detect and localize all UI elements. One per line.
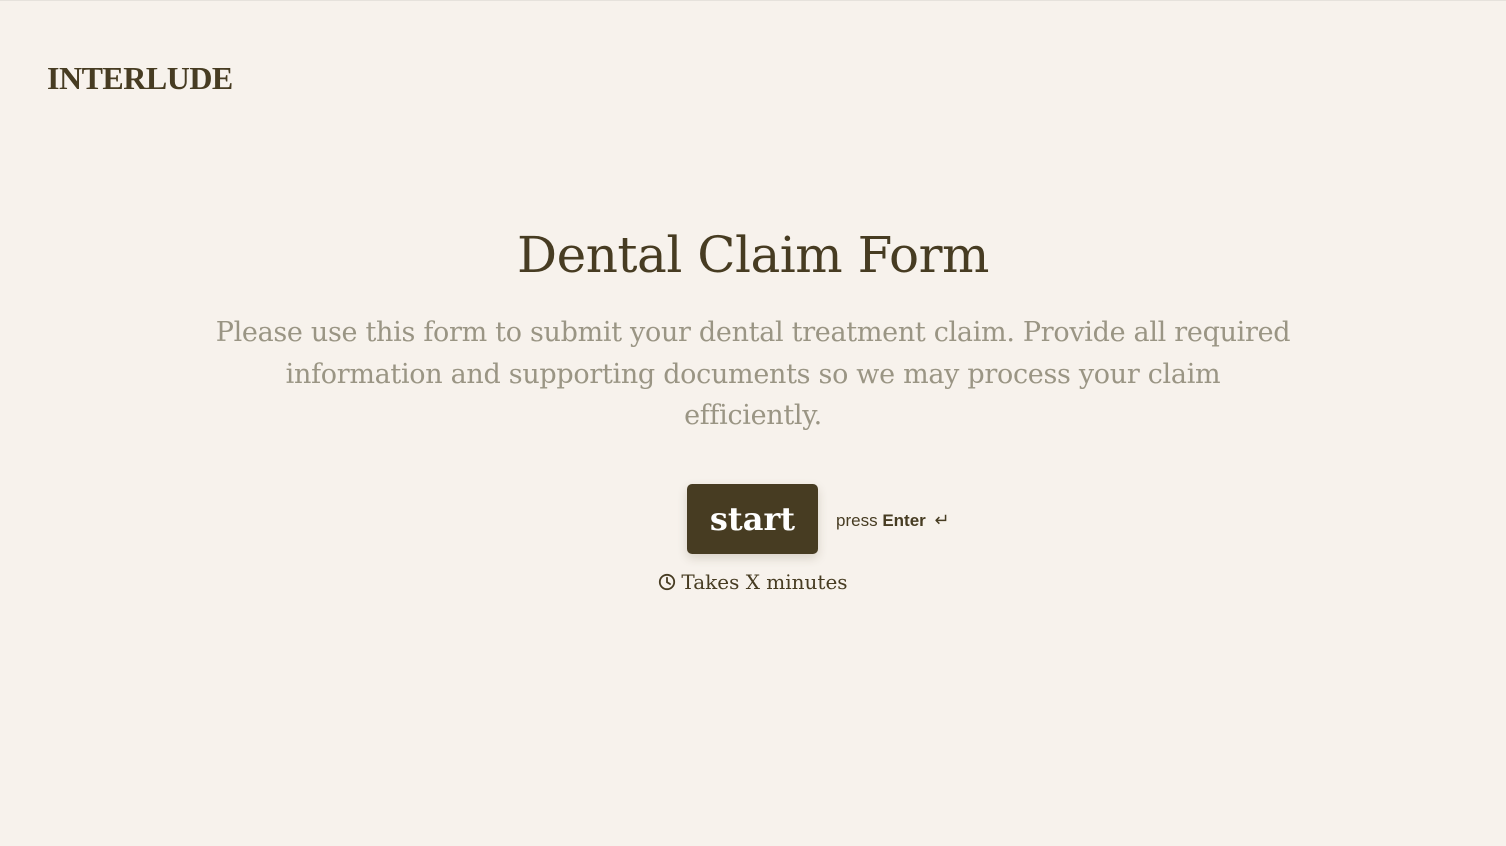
keyboard-hint: press Enter ↵: [836, 509, 950, 532]
start-actions: start press Enter ↵: [0, 484, 1506, 556]
start-button[interactable]: start: [687, 484, 818, 554]
brand-logo[interactable]: INTERLUDE: [47, 58, 233, 98]
form-description: Please use this form to submit your dent…: [215, 317, 1291, 431]
welcome-screen: Dental Claim Form Please use this form t…: [0, 220, 1506, 437]
clock-icon: [658, 569, 676, 591]
duration-info: Takes X minutes: [0, 567, 1506, 597]
enter-key-icon: ↵: [934, 510, 950, 530]
hint-press-text: press: [836, 511, 878, 530]
hint-key-text: Enter: [882, 511, 926, 530]
top-border: [0, 0, 1506, 1]
form-title: Dental Claim Form: [517, 226, 989, 284]
duration-text: Takes X minutes: [681, 570, 848, 594]
